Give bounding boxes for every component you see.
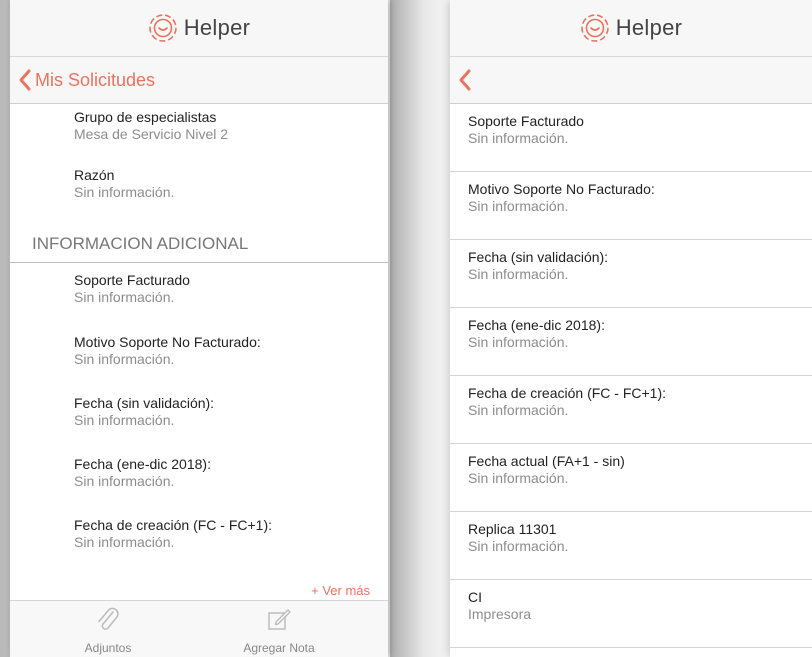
- right-screen: Helper Soporte Facturado Sin información…: [450, 0, 812, 657]
- field-grupo: Grupo de especialistas Mesa de Servicio …: [10, 109, 388, 167]
- field-value: Sin información.: [468, 130, 569, 146]
- field-label: Soporte Facturado: [468, 113, 584, 129]
- nav-bar: [450, 57, 812, 104]
- field-value: Sin información.: [74, 473, 175, 489]
- tab-adjuntos[interactable]: Adjuntos: [33, 605, 183, 655]
- field-value: Sin información.: [74, 412, 175, 428]
- field-label: Soporte Facturado: [74, 272, 190, 288]
- ver-mas-link[interactable]: + Ver más: [311, 583, 370, 598]
- brand-name: Helper: [615, 15, 683, 40]
- field-fecha-sin-validacion: Fecha (sin validación): Sin información.: [10, 395, 388, 456]
- field-value: Sin información.: [468, 198, 569, 214]
- helper-logo-icon: [580, 13, 610, 43]
- left-screen: Helper Mis Solicitudes Grupo de especial…: [10, 0, 388, 657]
- field-label: Fecha (ene-dic 2018):: [74, 456, 211, 472]
- field-row: Fecha (sin validación): Sin información.: [450, 240, 812, 308]
- detail-list: Soporte Facturado Sin información. Motiv…: [450, 104, 812, 648]
- brand-name: Helper: [183, 15, 251, 40]
- detail-list: Grupo de especialistas Mesa de Servicio …: [10, 104, 388, 567]
- brand: Helper: [148, 13, 251, 43]
- field-label: Fecha (ene-dic 2018):: [468, 317, 605, 333]
- field-value: Sin información.: [468, 266, 569, 282]
- field-row: CI Impresora: [450, 580, 812, 648]
- field-fecha-ene-dic: Fecha (ene-dic 2018): Sin información.: [10, 456, 388, 517]
- field-value: Sin información.: [74, 351, 175, 367]
- edit-note-icon: [204, 605, 354, 635]
- brand: Helper: [580, 13, 683, 43]
- field-motivo: Motivo Soporte No Facturado: Sin informa…: [10, 334, 388, 395]
- app-header: Helper: [10, 0, 388, 57]
- field-row: Replica 11301 Sin información.: [450, 512, 812, 580]
- field-fecha-creacion: Fecha de creación (FC - FC+1): Sin infor…: [10, 517, 388, 567]
- field-label: Fecha actual (FA+1 - sin): [468, 453, 625, 469]
- field-soporte-facturado: Soporte Facturado Sin información.: [10, 272, 388, 334]
- field-value: Sin información.: [468, 470, 569, 486]
- chevron-left-icon: [18, 69, 32, 91]
- tab-label: Adjuntos: [84, 641, 132, 655]
- app-header: Helper: [450, 0, 812, 57]
- tab-bar: Adjuntos Agregar Nota: [10, 600, 388, 657]
- field-value: Sin información.: [468, 334, 569, 350]
- field-value: Mesa de Servicio Nivel 2: [74, 126, 229, 142]
- field-row: Motivo Soporte No Facturado: Sin informa…: [450, 172, 812, 240]
- field-value: Sin información.: [468, 538, 569, 554]
- field-label: Razón: [74, 167, 115, 183]
- section-title: INFORMACION ADICIONAL: [10, 225, 388, 263]
- field-label: Motivo Soporte No Facturado:: [468, 181, 655, 197]
- field-value: Sin información.: [74, 534, 175, 550]
- field-label: Fecha (sin validación):: [74, 395, 215, 411]
- field-razon: Razón Sin información.: [10, 167, 388, 225]
- paperclip-icon: [33, 605, 183, 635]
- panel-shadow: [390, 0, 450, 657]
- field-value: Sin información.: [74, 289, 175, 305]
- field-label: CI: [468, 589, 482, 605]
- field-value: Impresora: [468, 606, 532, 622]
- field-value: Sin información.: [468, 402, 569, 418]
- tab-agregar-nota[interactable]: Agregar Nota: [204, 605, 354, 655]
- chevron-left-icon: [458, 69, 472, 91]
- back-button[interactable]: Mis Solicitudes: [10, 69, 155, 91]
- field-label: Motivo Soporte No Facturado:: [74, 334, 261, 350]
- field-row: Fecha (ene-dic 2018): Sin información.: [450, 308, 812, 376]
- back-button[interactable]: [450, 69, 472, 91]
- field-label: Fecha de creación (FC - FC+1):: [468, 385, 667, 401]
- back-label: Mis Solicitudes: [35, 69, 156, 90]
- field-value: Sin información.: [74, 184, 175, 200]
- field-label: Fecha de creación (FC - FC+1):: [74, 517, 273, 533]
- field-label: Grupo de especialistas: [74, 109, 217, 125]
- helper-logo-icon: [148, 13, 178, 43]
- field-row: Soporte Facturado Sin información.: [450, 104, 812, 172]
- tab-label: Agregar Nota: [243, 641, 315, 655]
- field-label: Fecha (sin validación):: [468, 249, 609, 265]
- field-label: Replica 11301: [468, 521, 557, 537]
- field-row: Fecha de creación (FC - FC+1): Sin infor…: [450, 376, 812, 444]
- field-row: Fecha actual (FA+1 - sin) Sin informació…: [450, 444, 812, 512]
- nav-bar: Mis Solicitudes: [10, 57, 388, 104]
